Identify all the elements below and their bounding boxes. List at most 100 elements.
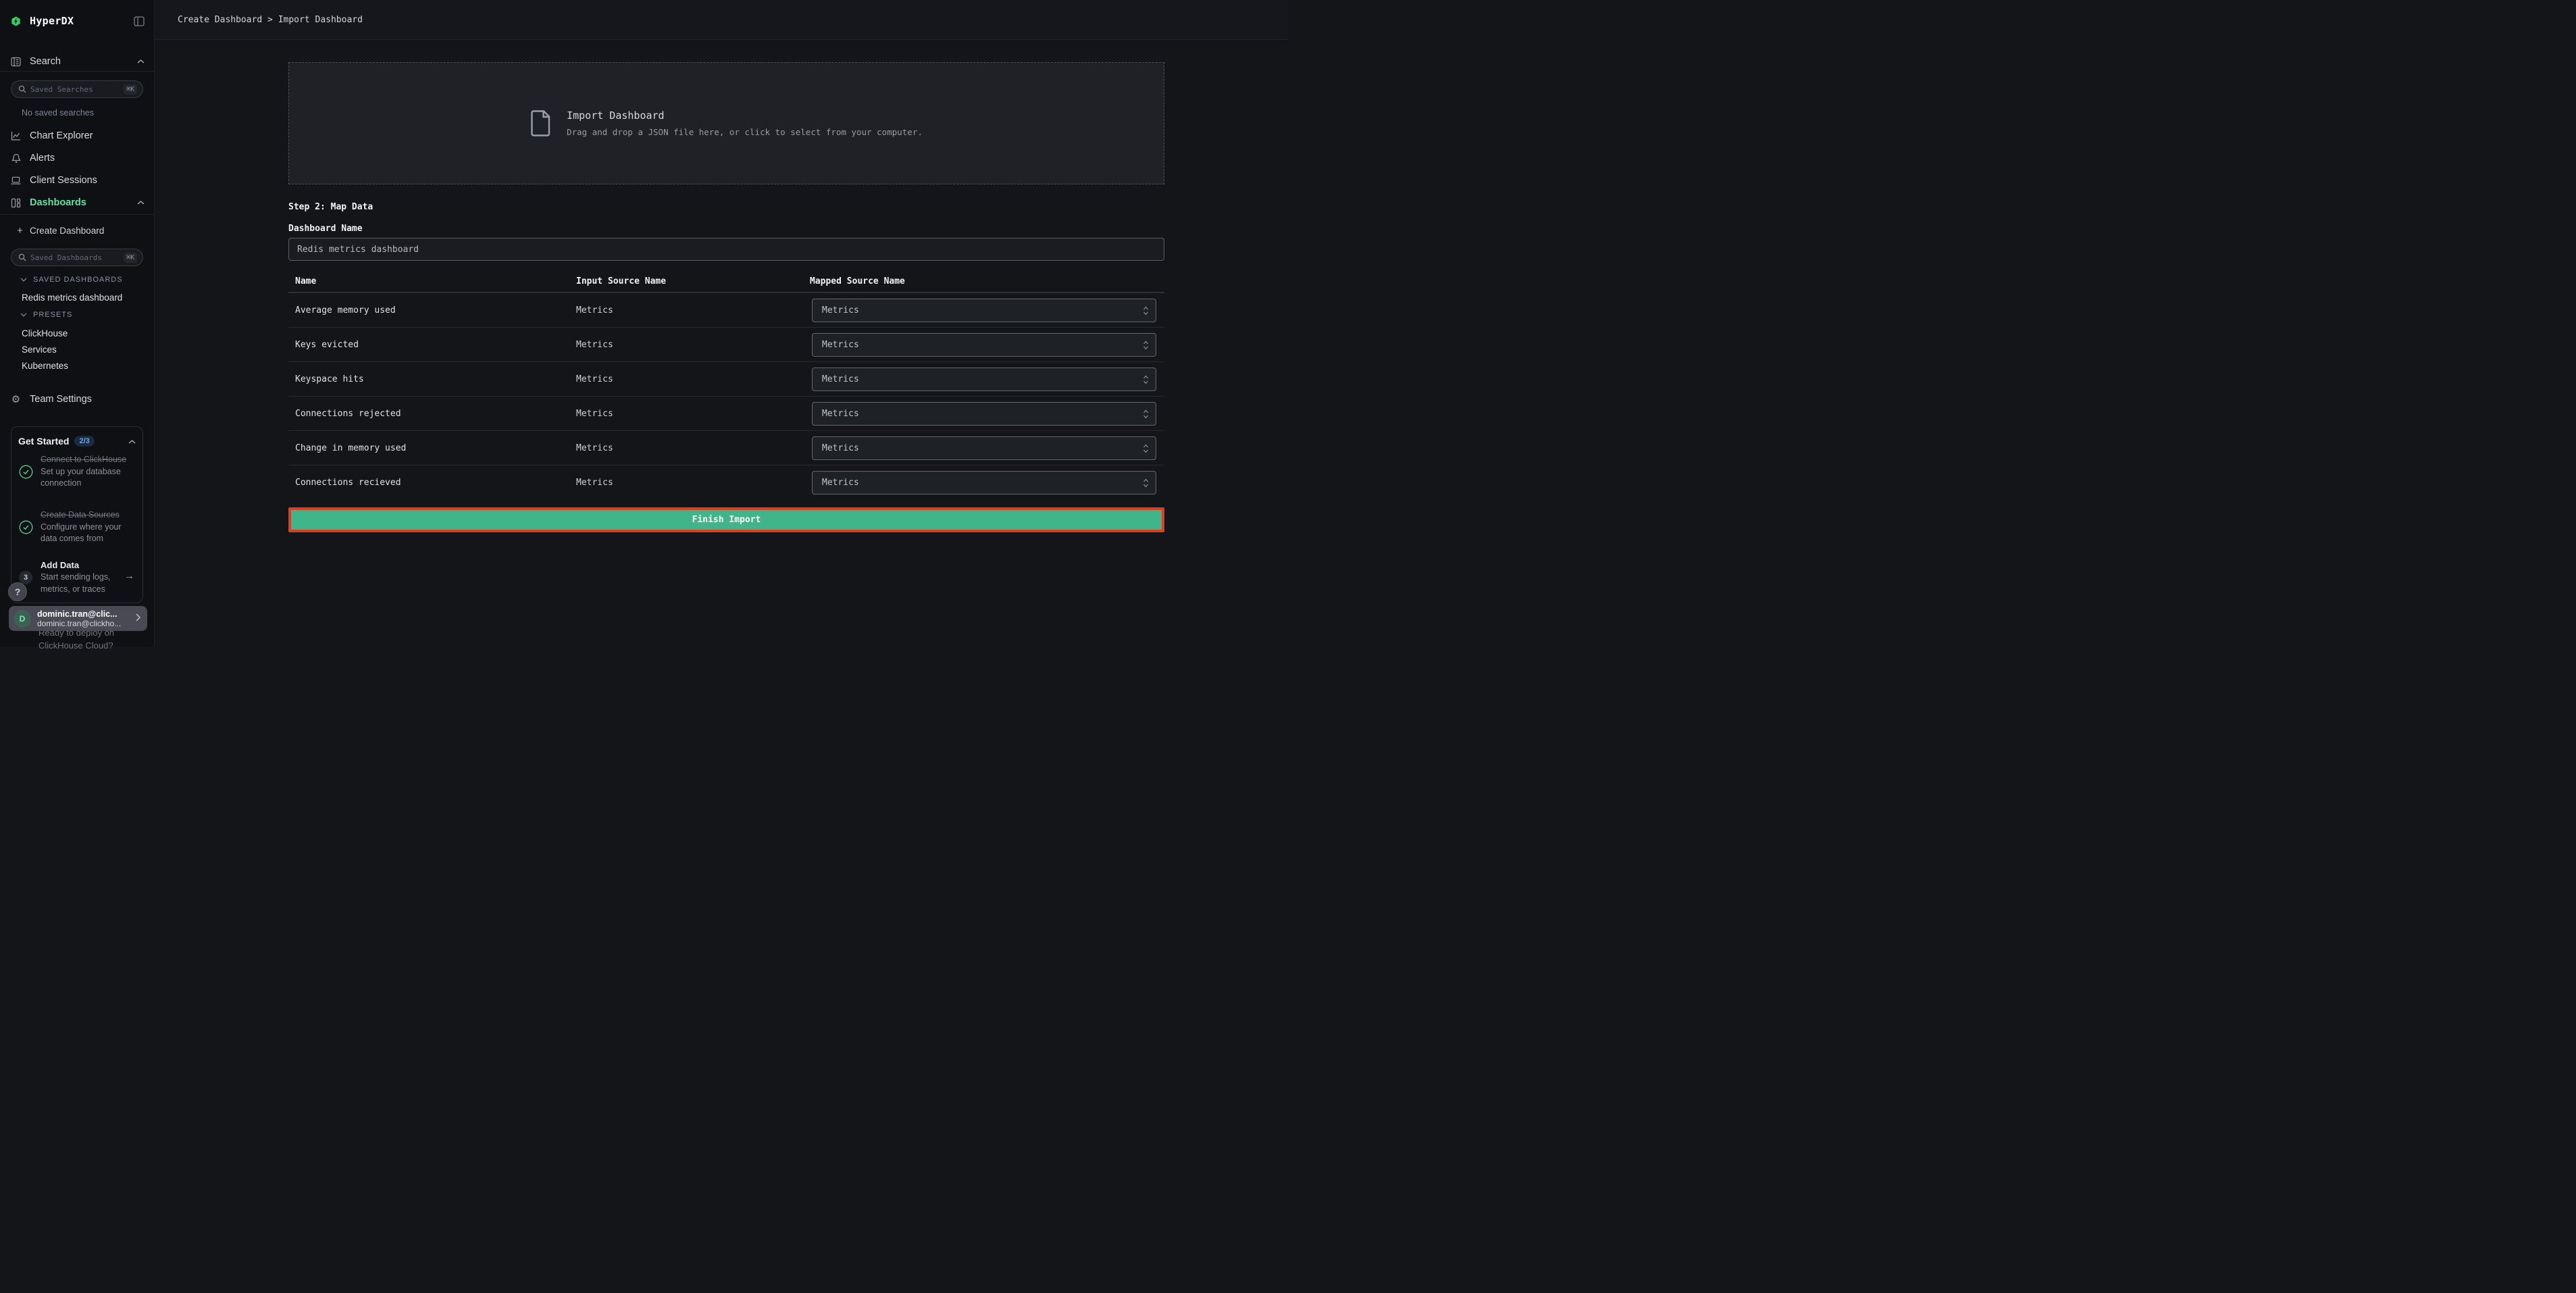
preset-item[interactable]: Services — [22, 341, 176, 357]
sidebar: HyperDX Search ⌘K No saved searches Char… — [0, 0, 155, 646]
section-label: PRESETS — [33, 311, 72, 319]
mapped-source-select[interactable]: Metrics — [812, 471, 1156, 495]
sidebar-item-label: Dashboards — [30, 197, 86, 208]
chevron-up-icon — [137, 59, 145, 64]
row-input-source: Metrics — [576, 328, 613, 362]
mapped-source-select[interactable]: Metrics — [812, 436, 1156, 460]
divider — [0, 214, 154, 215]
row-name: Keyspace hits — [295, 362, 364, 397]
user-name: dominic.tran@clic... — [37, 609, 136, 619]
row-name: Change in memory used — [295, 431, 406, 465]
sidebar-item-client-sessions[interactable]: Client Sessions — [0, 171, 154, 190]
mapped-source-value: Metrics — [822, 443, 1143, 453]
plus-icon: + — [15, 226, 25, 236]
dashboard-name-input[interactable] — [288, 238, 1164, 261]
get-started-item-subtitle: Start sending logs, metrics, or traces — [41, 572, 130, 595]
mapped-source-select[interactable]: Metrics — [812, 333, 1156, 357]
chevron-up-icon[interactable] — [128, 435, 136, 447]
select-chevrons-icon — [1143, 374, 1149, 385]
select-chevrons-icon — [1143, 409, 1149, 420]
sidebar-item-team-settings[interactable]: ⚙ Team Settings — [0, 390, 154, 409]
shortcut-badge: ⌘K — [124, 253, 137, 263]
table-row: Change in memory used Metrics Metrics — [288, 431, 1164, 465]
preset-item[interactable]: Kubernetes — [22, 357, 176, 374]
mapped-source-select[interactable]: Metrics — [812, 402, 1156, 426]
row-input-source: Metrics — [576, 293, 613, 328]
row-name: Keys evicted — [295, 328, 359, 362]
saved-dashboards-input[interactable] — [26, 253, 124, 262]
presets-section[interactable]: PRESETS — [20, 311, 72, 319]
create-dashboard-button[interactable]: + Create Dashboard — [0, 221, 154, 240]
get-started-item-title: Add Data — [41, 559, 130, 572]
sidebar-item-search[interactable]: Search — [0, 52, 154, 71]
mapped-source-value: Metrics — [822, 305, 1143, 315]
sidebar-collapse-button[interactable] — [134, 16, 145, 26]
no-saved-searches-note: No saved searches — [22, 108, 94, 118]
row-input-source: Metrics — [576, 465, 613, 500]
saved-dashboards-section[interactable]: SAVED DASHBOARDS — [20, 276, 123, 284]
preset-item[interactable]: ClickHouse — [22, 325, 176, 341]
check-circle-icon — [18, 465, 33, 479]
dashboard-name-label: Dashboard Name — [288, 224, 363, 234]
sidebar-item-label: Chart Explorer — [30, 130, 93, 141]
select-chevrons-icon — [1143, 340, 1149, 351]
laptop-icon — [11, 176, 21, 186]
chevron-right-icon — [136, 613, 140, 625]
import-dropzone[interactable]: Import Dashboard Drag and drop a JSON fi… — [288, 62, 1164, 184]
create-dashboard-label: Create Dashboard — [30, 226, 104, 236]
table-row: Average memory used Metrics Metrics — [288, 293, 1164, 328]
mapped-source-value: Metrics — [822, 478, 1143, 488]
get-started-item-title: Create Data Sources — [41, 509, 130, 522]
dropzone-title: Import Dashboard — [567, 109, 923, 122]
finish-import-label: Finish Import — [692, 515, 761, 525]
column-header-mapped-source: Mapped Source Name — [810, 276, 905, 286]
bell-icon — [11, 153, 21, 163]
row-name: Average memory used — [295, 293, 396, 328]
sidebar-item-alerts[interactable]: Alerts — [0, 149, 154, 168]
help-button[interactable]: ? — [8, 582, 27, 601]
check-circle-icon — [18, 520, 33, 534]
dashboards-icon — [11, 198, 21, 208]
gear-icon: ⚙ — [11, 395, 21, 405]
table-row: Connections recieved Metrics Metrics — [288, 465, 1164, 500]
table-row: Connections rejectedMetricsMetrics — [288, 397, 1164, 431]
arrow-right-icon[interactable]: → — [124, 570, 134, 582]
chevron-down-icon — [20, 313, 27, 317]
saved-dashboards-list: Redis metrics dashboard — [0, 289, 154, 305]
logo-row: HyperDX — [0, 11, 154, 30]
get-started-item-subtitle: Configure where your data comes from — [41, 522, 130, 545]
get-started-item-sources[interactable]: Create Data Sources Configure where your… — [18, 509, 130, 545]
row-input-source: Metrics — [576, 397, 613, 431]
mapped-source-select[interactable]: Metrics — [812, 299, 1156, 322]
column-header-input-source: Input Source Name — [576, 276, 666, 286]
chevron-down-icon — [20, 278, 27, 282]
presets-list: ClickHouseServicesKubernetes — [0, 325, 154, 374]
search-icon — [18, 253, 26, 261]
saved-searches-search[interactable]: ⌘K — [11, 80, 143, 98]
get-started-item-subtitle: Set up your database connection — [41, 466, 130, 490]
step-number-badge: 3 — [18, 571, 33, 584]
finish-import-button[interactable]: Finish Import — [288, 507, 1164, 532]
table-row: Keyspace hitsMetricsMetrics — [288, 362, 1164, 397]
get-started-item-connect[interactable]: Connect to ClickHouse Set up your databa… — [18, 454, 130, 490]
mapped-source-select[interactable]: Metrics — [812, 367, 1156, 391]
get-started-item-title: Connect to ClickHouse — [41, 454, 130, 466]
get-started-item-add-data[interactable]: 3 Add Data Start sending logs, metrics, … — [18, 559, 130, 595]
sidebar-item-chart-explorer[interactable]: Chart Explorer — [0, 126, 154, 145]
main-area: Create Dashboard > Import Dashboard Impo… — [155, 0, 1288, 646]
sidebar-item-label: Client Sessions — [30, 175, 97, 186]
sidebar-item-label: Alerts — [30, 153, 55, 163]
row-name: Connections recieved — [295, 465, 401, 500]
get-started-card: Get Started 2/3 Connect to ClickHouse Se… — [11, 426, 143, 603]
sidebar-item-dashboards[interactable]: Dashboards — [0, 193, 154, 212]
mapped-source-value: Metrics — [822, 374, 1143, 384]
saved-searches-input[interactable] — [26, 85, 124, 94]
shortcut-badge: ⌘K — [124, 84, 137, 95]
select-chevrons-icon — [1143, 478, 1149, 488]
select-chevrons-icon — [1143, 305, 1149, 316]
saved-dashboard-item[interactable]: Redis metrics dashboard — [22, 289, 176, 305]
saved-dashboards-search[interactable]: ⌘K — [11, 249, 143, 266]
row-input-source: Metrics — [576, 431, 613, 465]
user-profile-button[interactable]: D dominic.tran@clic... dominic.tran@clic… — [9, 606, 147, 631]
chart-explorer-icon — [11, 131, 21, 141]
